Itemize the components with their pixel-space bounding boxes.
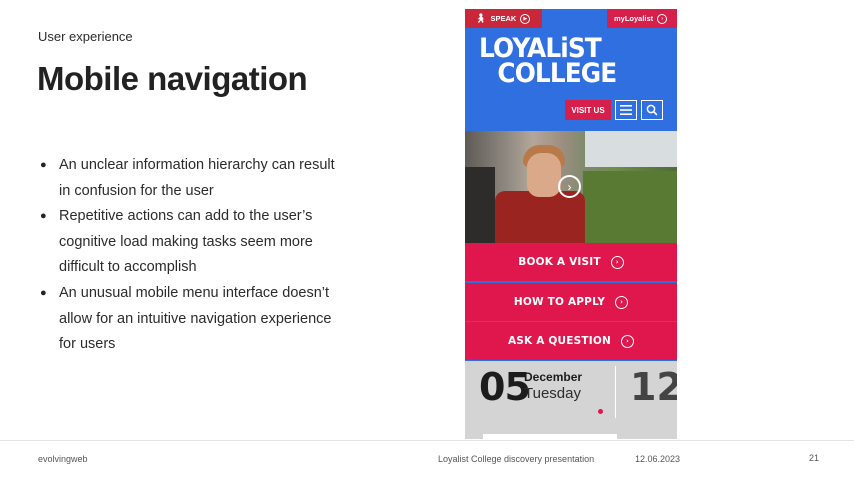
- college-logo[interactable]: LOYALiST COLLEGE: [479, 35, 617, 87]
- chevron-right-icon: ›: [621, 334, 635, 348]
- speak-label: SPEAK: [490, 14, 517, 23]
- chevron-right-icon: ›: [567, 179, 572, 194]
- play-icon: ▶: [520, 13, 531, 24]
- hero-image: ›: [465, 131, 677, 243]
- accessibility-icon: 🚶︎: [475, 13, 487, 23]
- how-to-apply-button[interactable]: HOW TO APPLY ›: [465, 283, 677, 321]
- visit-us-button[interactable]: VISIT US: [565, 100, 611, 120]
- hamburger-icon: [620, 105, 632, 115]
- chevron-right-icon: ›: [610, 255, 624, 269]
- chevron-right-icon: ›: [657, 13, 668, 24]
- event-weekday: Tuesday: [524, 385, 581, 402]
- book-a-visit-button[interactable]: BOOK A VISIT ›: [465, 243, 677, 281]
- footer-date: 12.06.2023: [635, 454, 681, 464]
- search-button[interactable]: [641, 100, 663, 120]
- bullet-list: An unclear information hierarchy can res…: [40, 153, 340, 358]
- bullet-item: Repetitive actions can add to the user’s…: [40, 204, 340, 281]
- bullet-item: An unclear information hierarchy can res…: [40, 153, 340, 204]
- footer-divider: [0, 440, 854, 441]
- speak-button[interactable]: 🚶︎ SPEAK ▶: [465, 9, 542, 28]
- eyebrow: User experience: [38, 29, 133, 44]
- search-icon: [646, 104, 658, 116]
- carousel-dot[interactable]: [598, 409, 603, 414]
- event-day: 05: [479, 365, 531, 409]
- next-event-day: 12: [630, 365, 677, 409]
- event-month: December: [524, 370, 583, 384]
- menu-button[interactable]: [615, 100, 637, 120]
- footer-presentation-title: Loyalist College discovery presentation: [438, 454, 595, 464]
- slide-title: Mobile navigation: [37, 60, 308, 97]
- chevron-right-icon: ›: [615, 295, 629, 309]
- bullet-item: An unusual mobile menu interface doesn’t…: [40, 281, 340, 358]
- ask-a-question-button[interactable]: ASK A QUESTION ›: [465, 322, 677, 360]
- mobile-screenshot: 🚶︎ SPEAK ▶ myLoyalist › LOYALiST COLLEGE…: [465, 9, 677, 439]
- page-number: 21: [809, 453, 820, 463]
- myloyalist-link[interactable]: myLoyalist ›: [607, 9, 677, 28]
- footer-brand: evolvingweb: [38, 454, 88, 464]
- events-calendar[interactable]: 05 December Tuesday 12: [465, 361, 677, 439]
- top-bar: 🚶︎ SPEAK ▶ myLoyalist ›: [465, 9, 677, 28]
- play-video-button[interactable]: ›: [558, 175, 581, 198]
- myloyalist-label: myLoyalist: [614, 14, 654, 23]
